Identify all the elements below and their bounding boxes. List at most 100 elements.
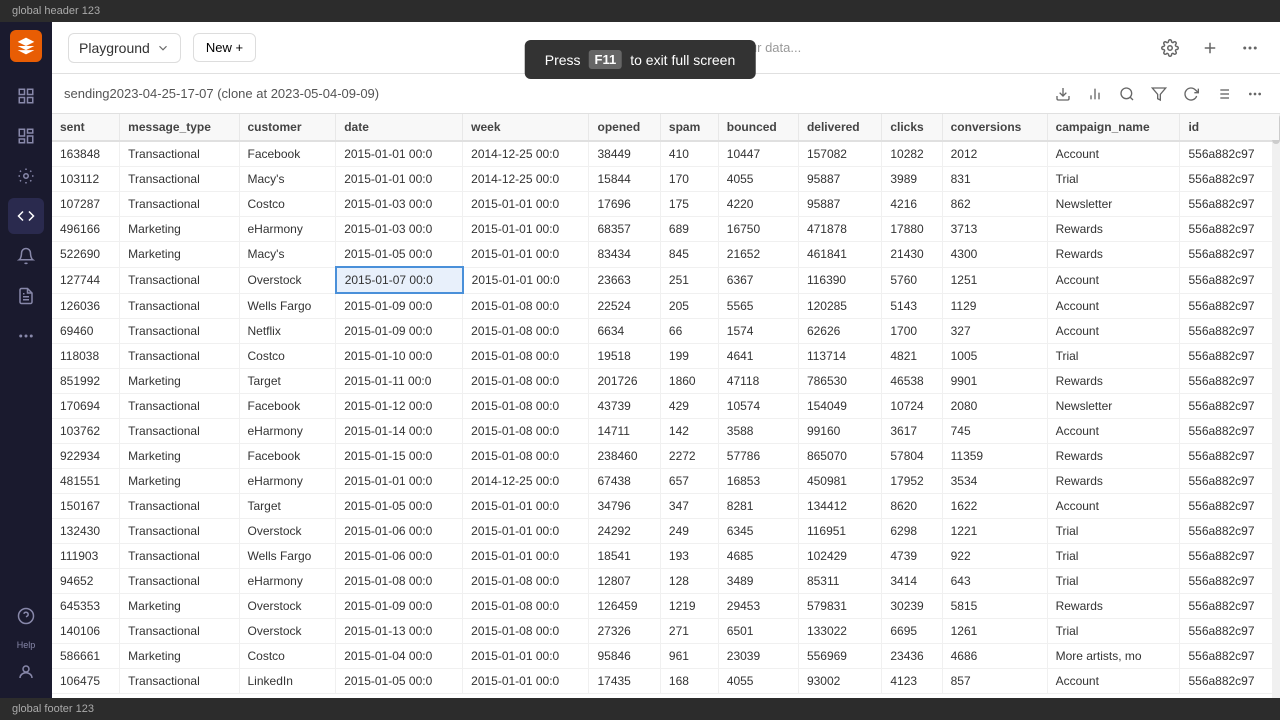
table-cell[interactable]: Costco	[239, 344, 336, 369]
table-cell[interactable]: 6634	[589, 319, 660, 344]
table-row[interactable]: 163848TransactionalFacebook2015-01-01 00…	[52, 141, 1280, 167]
table-cell[interactable]: 116390	[798, 267, 881, 293]
table-cell[interactable]: 556a882c97	[1180, 394, 1280, 419]
table-cell[interactable]: 429	[660, 394, 718, 419]
table-cell[interactable]: 3414	[882, 569, 942, 594]
table-cell[interactable]: 522690	[52, 242, 120, 268]
col-conversions[interactable]: conversions	[942, 114, 1047, 141]
table-row[interactable]: 170694TransactionalFacebook2015-01-12 00…	[52, 394, 1280, 419]
table-cell[interactable]: Marketing	[120, 369, 239, 394]
col-campaign-name[interactable]: campaign_name	[1047, 114, 1180, 141]
table-cell[interactable]: 2015-01-08 00:0	[463, 419, 589, 444]
table-cell[interactable]: 2015-01-06 00:0	[336, 544, 463, 569]
table-cell[interactable]: 2015-01-08 00:0	[463, 619, 589, 644]
table-cell[interactable]: 450981	[798, 469, 881, 494]
table-cell[interactable]: eHarmony	[239, 419, 336, 444]
table-cell[interactable]: Marketing	[120, 644, 239, 669]
table-cell[interactable]: 961	[660, 644, 718, 669]
table-cell[interactable]: 857	[942, 669, 1047, 694]
table-cell[interactable]: 556a882c97	[1180, 217, 1280, 242]
table-cell[interactable]: 113714	[798, 344, 881, 369]
table-cell[interactable]: 102429	[798, 544, 881, 569]
table-cell[interactable]: 643	[942, 569, 1047, 594]
sidebar-item-help[interactable]	[8, 598, 44, 634]
table-cell[interactable]: 62626	[798, 319, 881, 344]
search-table-icon[interactable]	[1114, 81, 1140, 107]
table-cell[interactable]: Rewards	[1047, 444, 1180, 469]
table-cell[interactable]: 645353	[52, 594, 120, 619]
table-row[interactable]: 481551MarketingeHarmony2015-01-01 00:020…	[52, 469, 1280, 494]
table-cell[interactable]: 2015-01-08 00:0	[463, 369, 589, 394]
table-cell[interactable]: 2015-01-01 00:0	[336, 141, 463, 167]
table-row[interactable]: 106475TransactionalLinkedIn2015-01-05 00…	[52, 669, 1280, 694]
table-cell[interactable]: 1261	[942, 619, 1047, 644]
table-cell[interactable]: 3489	[718, 569, 798, 594]
table-cell[interactable]: 99160	[798, 419, 881, 444]
table-cell[interactable]: 5143	[882, 293, 942, 319]
table-cell[interactable]: 2015-01-10 00:0	[336, 344, 463, 369]
table-row[interactable]: 103762TransactionaleHarmony2015-01-14 00…	[52, 419, 1280, 444]
table-cell[interactable]: Marketing	[120, 469, 239, 494]
table-cell[interactable]: 3534	[942, 469, 1047, 494]
table-cell[interactable]: 27326	[589, 619, 660, 644]
table-cell[interactable]: Overstock	[239, 619, 336, 644]
table-cell[interactable]: Overstock	[239, 267, 336, 293]
table-cell[interactable]: 2015-01-03 00:0	[336, 217, 463, 242]
playground-selector[interactable]: Playground	[68, 33, 181, 63]
table-cell[interactable]: 4685	[718, 544, 798, 569]
table-cell[interactable]: Wells Fargo	[239, 293, 336, 319]
table-cell[interactable]: 154049	[798, 394, 881, 419]
table-cell[interactable]: 2015-01-01 00:0	[336, 167, 463, 192]
table-cell[interactable]: 556a882c97	[1180, 419, 1280, 444]
table-cell[interactable]: Marketing	[120, 594, 239, 619]
col-delivered[interactable]: delivered	[798, 114, 881, 141]
table-cell[interactable]: 556a882c97	[1180, 569, 1280, 594]
table-cell[interactable]: 57786	[718, 444, 798, 469]
table-cell[interactable]: 2012	[942, 141, 1047, 167]
table-cell[interactable]: 38449	[589, 141, 660, 167]
table-cell[interactable]: 6345	[718, 519, 798, 544]
table-cell[interactable]: Transactional	[120, 669, 239, 694]
table-cell[interactable]: 4216	[882, 192, 942, 217]
table-cell[interactable]: 410	[660, 141, 718, 167]
table-cell[interactable]: 2015-01-01 00:0	[463, 217, 589, 242]
table-cell[interactable]: 471878	[798, 217, 881, 242]
chart-icon[interactable]	[1082, 81, 1108, 107]
sidebar-item-dashboards[interactable]	[8, 118, 44, 154]
table-cell[interactable]: Account	[1047, 141, 1180, 167]
table-cell[interactable]: 4686	[942, 644, 1047, 669]
table-cell[interactable]: 2080	[942, 394, 1047, 419]
table-cell[interactable]: Trial	[1047, 619, 1180, 644]
table-row[interactable]: 140106TransactionalOverstock2015-01-13 0…	[52, 619, 1280, 644]
table-cell[interactable]: 10724	[882, 394, 942, 419]
table-options-icon[interactable]	[1210, 81, 1236, 107]
table-cell[interactable]: Marketing	[120, 444, 239, 469]
table-cell[interactable]: 556a882c97	[1180, 141, 1280, 167]
table-cell[interactable]: 5815	[942, 594, 1047, 619]
table-cell[interactable]: 657	[660, 469, 718, 494]
table-cell[interactable]: 2015-01-01 00:0	[463, 644, 589, 669]
table-cell[interactable]: 2015-01-01 00:0	[463, 192, 589, 217]
table-cell[interactable]: 6501	[718, 619, 798, 644]
table-cell[interactable]: 556a882c97	[1180, 494, 1280, 519]
table-cell[interactable]: 556a882c97	[1180, 619, 1280, 644]
table-cell[interactable]: 2015-01-08 00:0	[463, 594, 589, 619]
table-cell[interactable]: 66	[660, 319, 718, 344]
table-row[interactable]: 851992MarketingTarget2015-01-11 00:02015…	[52, 369, 1280, 394]
table-cell[interactable]: 8620	[882, 494, 942, 519]
table-cell[interactable]: 157082	[798, 141, 881, 167]
table-cell[interactable]: Transactional	[120, 494, 239, 519]
table-cell[interactable]: Newsletter	[1047, 192, 1180, 217]
table-cell[interactable]: 106475	[52, 669, 120, 694]
table-cell[interactable]: 2015-01-11 00:0	[336, 369, 463, 394]
table-cell[interactable]: 3617	[882, 419, 942, 444]
table-cell[interactable]: 126036	[52, 293, 120, 319]
table-cell[interactable]: Transactional	[120, 344, 239, 369]
table-cell[interactable]: 2015-01-12 00:0	[336, 394, 463, 419]
table-cell[interactable]: 1219	[660, 594, 718, 619]
table-cell[interactable]: 5760	[882, 267, 942, 293]
table-cell[interactable]: Transactional	[120, 569, 239, 594]
table-cell[interactable]: 922	[942, 544, 1047, 569]
table-cell[interactable]: 103112	[52, 167, 120, 192]
table-row[interactable]: 126036TransactionalWells Fargo2015-01-09…	[52, 293, 1280, 319]
